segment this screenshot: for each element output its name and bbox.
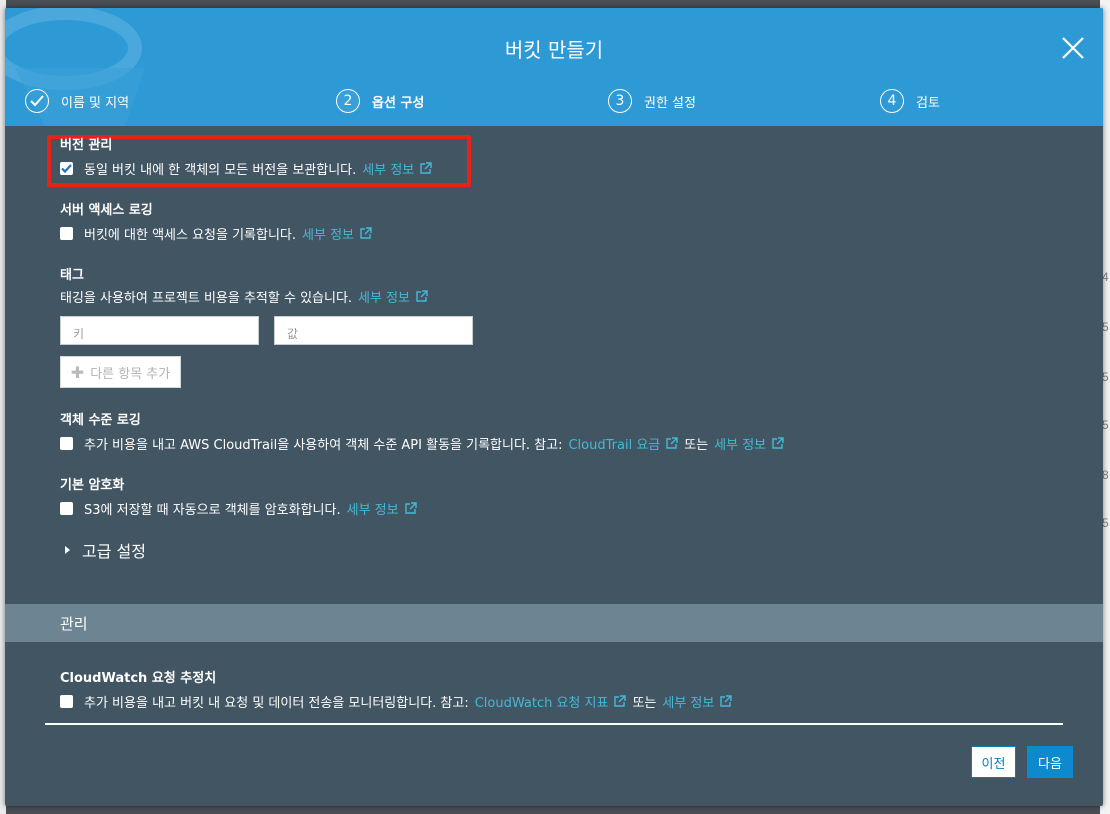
external-link-icon: [420, 162, 432, 174]
step-label: 옵션 구성: [372, 95, 425, 111]
step-name-and-region[interactable]: 이름 및 지역: [25, 88, 129, 114]
management-label: 관리: [60, 615, 88, 633]
tag-value-input[interactable]: 값: [274, 316, 473, 345]
background-digit: 5: [1102, 370, 1109, 384]
external-link-icon: [416, 290, 428, 302]
step-number: 3: [608, 89, 632, 113]
modal-header: 버킷 만들기 이름 및 지역 2 옵션 구성 3 권한 설정 4 검토: [5, 8, 1103, 126]
create-bucket-modal: 버킷 만들기 이름 및 지역 2 옵션 구성 3 권한 설정 4 검토 버전 관…: [5, 8, 1103, 806]
or-text: 또는: [684, 438, 709, 453]
object-logging-checkbox[interactable]: [60, 437, 73, 450]
access-logging-details-link[interactable]: 세부 정보: [302, 224, 372, 243]
cloudwatch-checkbox[interactable]: [60, 695, 73, 708]
cloudwatch-row: 추가 비용을 내고 버킷 내 요청 및 데이터 전송을 모니터링합니다. 참고:…: [60, 692, 733, 711]
step-label: 이름 및 지역: [61, 95, 130, 111]
advanced-settings-label: 고급 설정: [82, 542, 146, 561]
encryption-row: S3에 저장할 때 자동으로 객체를 암호화합니다. 세부 정보: [60, 499, 417, 518]
footer-divider: [45, 723, 1063, 725]
object-logging-title: 객체 수준 로깅: [60, 413, 141, 428]
background-digit: 5: [1102, 516, 1109, 530]
management-section-header: 관리: [5, 604, 1103, 642]
encryption-checkbox[interactable]: [60, 502, 73, 515]
step-set-permissions[interactable]: 3 권한 설정: [608, 88, 696, 114]
cloudwatch-title: CloudWatch 요청 추정치: [60, 671, 217, 686]
tags-title: 태그: [60, 268, 84, 283]
tags-description-row: 태깅을 사용하여 프로젝트 비용을 추적할 수 있습니다. 세부 정보: [60, 287, 428, 306]
tags-text: 태깅을 사용하여 프로젝트 비용을 추적할 수 있습니다.: [60, 291, 353, 306]
encryption-title: 기본 암호화: [60, 478, 125, 493]
step-number: 2: [336, 89, 360, 113]
access-logging-text: 버킷에 대한 액세스 요청을 기록합니다.: [84, 228, 297, 243]
previous-button[interactable]: 이전: [971, 746, 1016, 778]
external-link-icon: [404, 502, 417, 514]
cloudtrail-pricing-link[interactable]: CloudTrail 요금: [568, 434, 678, 453]
plus-icon: ✚: [70, 362, 85, 382]
external-link-icon: [614, 695, 627, 707]
external-link-icon: [720, 695, 733, 707]
versioning-text: 동일 버킷 내에 한 객체의 모든 버전을 보관합니다.: [84, 163, 357, 178]
step-review[interactable]: 4 검토: [880, 88, 940, 114]
access-logging-row: 버킷에 대한 액세스 요청을 기록합니다. 세부 정보: [60, 224, 372, 243]
object-logging-details-link[interactable]: 세부 정보: [714, 434, 784, 453]
step-label: 검토: [916, 95, 940, 111]
cloudwatch-text: 추가 비용을 내고 버킷 내 요청 및 데이터 전송을 모니터링합니다. 참고:: [84, 696, 469, 711]
or-text: 또는: [632, 696, 657, 711]
modal-title: 버킷 만들기: [504, 38, 604, 62]
add-tag-label: 다른 항목 추가: [90, 366, 171, 382]
versioning-row: 동일 버킷 내에 한 객체의 모든 버전을 보관합니다. 세부 정보: [60, 159, 432, 178]
step-configure-options[interactable]: 2 옵션 구성: [336, 88, 424, 114]
access-logging-checkbox[interactable]: [60, 227, 73, 240]
tags-details-link[interactable]: 세부 정보: [358, 287, 428, 306]
versioning-title: 버전 관리: [60, 138, 113, 153]
tag-key-input[interactable]: 키: [60, 316, 259, 345]
check-circle-icon: [25, 89, 49, 113]
encryption-text: S3에 저장할 때 자동으로 객체를 암호화합니다.: [84, 503, 341, 518]
external-link-icon: [772, 437, 784, 449]
background-digit: 5: [1102, 418, 1109, 432]
encryption-details-link[interactable]: 세부 정보: [347, 499, 417, 518]
caret-right-icon: [65, 546, 70, 554]
cloudwatch-metrics-link[interactable]: CloudWatch 요청 지표: [475, 692, 627, 711]
step-label: 권한 설정: [644, 95, 696, 111]
close-icon[interactable]: [1061, 36, 1085, 60]
background-digit: 8: [1102, 468, 1109, 482]
versioning-checkbox[interactable]: [60, 162, 73, 175]
cloudwatch-details-link[interactable]: 세부 정보: [662, 692, 733, 711]
advanced-settings-toggle[interactable]: 고급 설정: [65, 538, 146, 562]
background-digit: 4: [1102, 270, 1109, 284]
access-logging-title: 서버 액세스 로깅: [60, 203, 153, 218]
step-number: 4: [880, 89, 904, 113]
object-logging-text: 추가 비용을 내고 AWS CloudTrail을 사용하여 객체 수준 API…: [84, 438, 563, 453]
versioning-details-link[interactable]: 세부 정보: [362, 159, 432, 178]
next-button[interactable]: 다음: [1027, 746, 1073, 778]
object-logging-row: 추가 비용을 내고 AWS CloudTrail을 사용하여 객체 수준 API…: [60, 434, 784, 453]
external-link-icon: [666, 437, 678, 449]
add-tag-button[interactable]: ✚ 다른 항목 추가: [60, 356, 181, 388]
background-digit: 5: [1102, 320, 1109, 334]
external-link-icon: [360, 227, 372, 239]
